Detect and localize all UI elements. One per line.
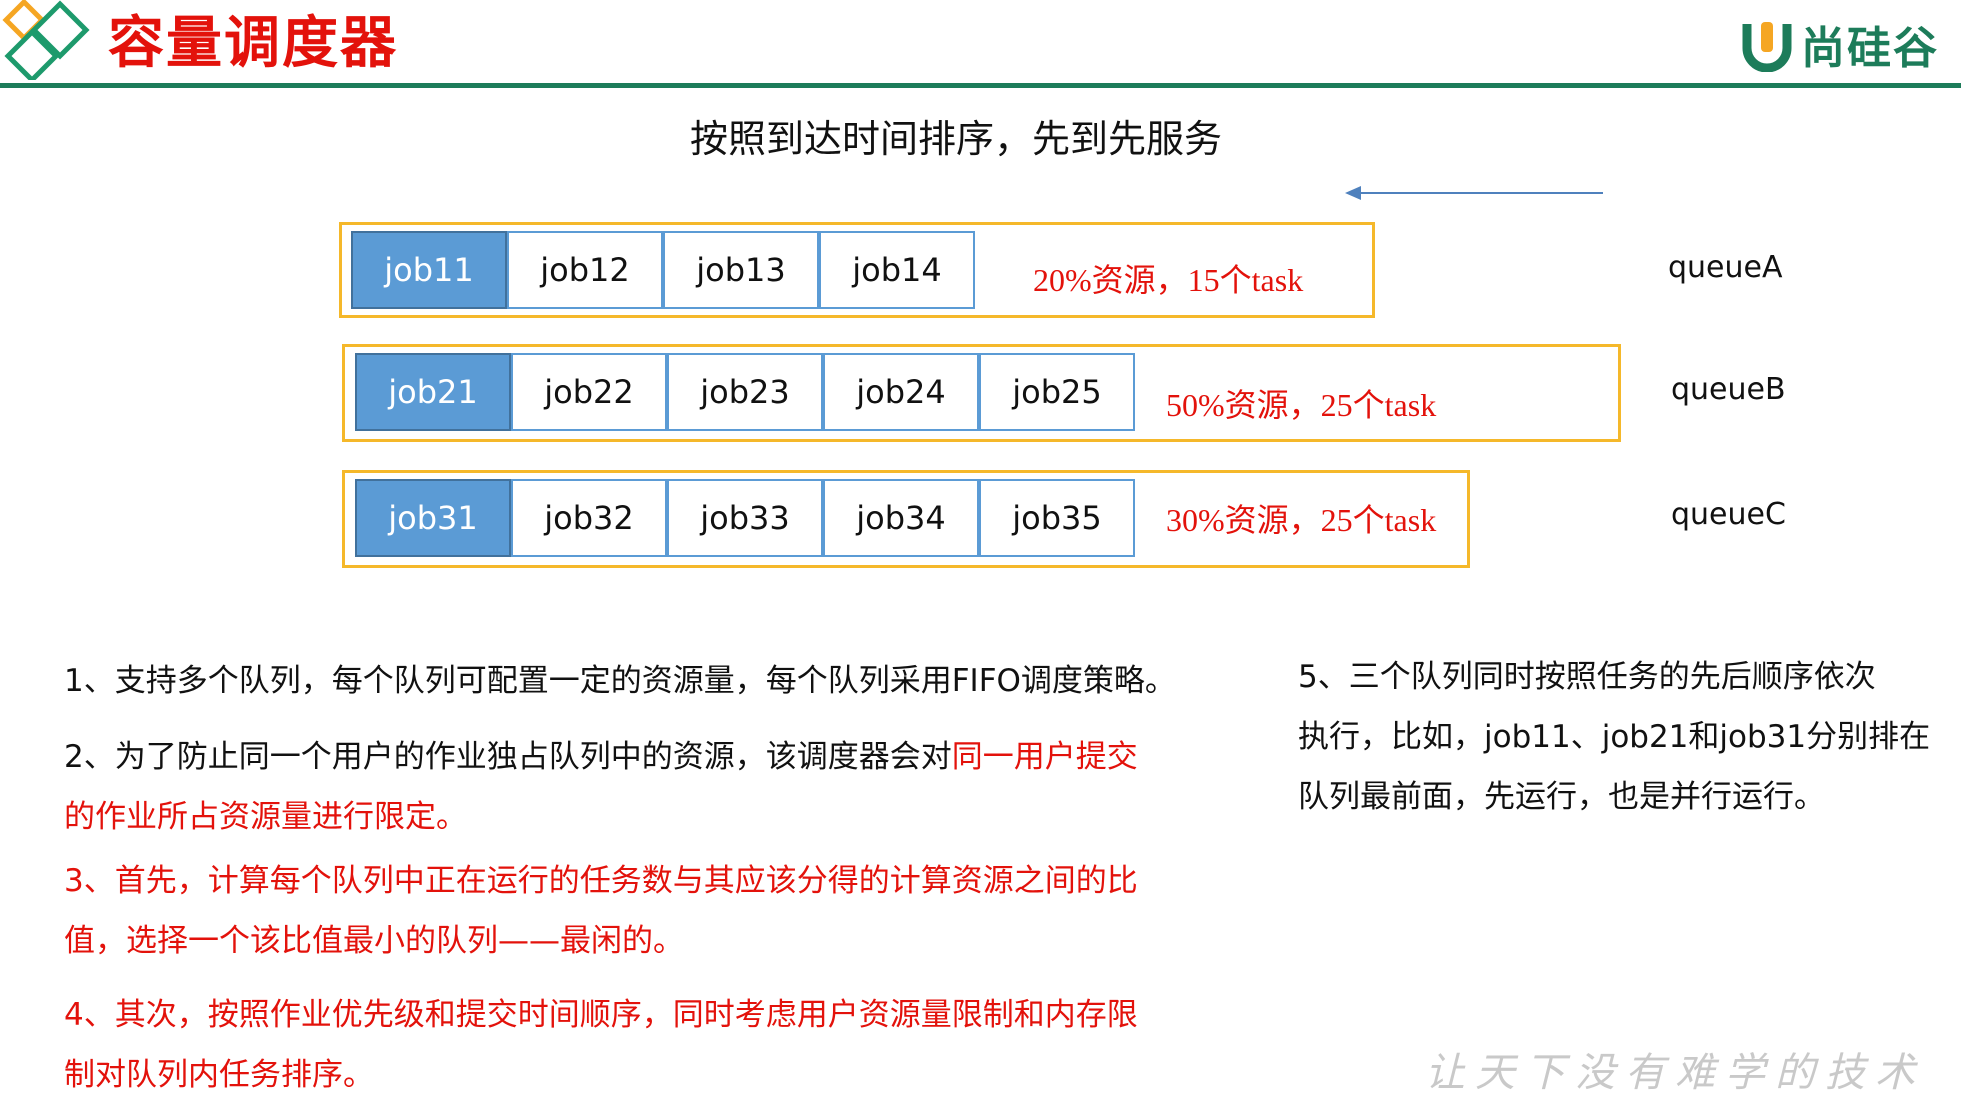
queue-b-resource: 50%资源，25个task — [1166, 387, 1437, 423]
job-cell: job23 — [667, 353, 823, 431]
diagram-subtitle: 按照到达时间排序，先到先服务 — [690, 117, 1223, 161]
job-cell: job34 — [823, 479, 979, 557]
queue-b-jobs: job21 job22 job23 job24 job25 — [355, 353, 1135, 431]
job-cell: job22 — [511, 353, 667, 431]
page-title: 容量调度器 — [108, 11, 398, 76]
job-cell: job35 — [979, 479, 1135, 557]
brand-logo: 尚硅谷 — [1741, 14, 1939, 74]
left-arrow-icon — [1345, 186, 1603, 200]
job-cell: job14 — [819, 231, 975, 309]
job-cell: job21 — [355, 353, 511, 431]
point-1: 1、支持多个队列，每个队列可配置一定的资源量，每个队列采用FIFO调度策略。 — [64, 663, 1176, 699]
queue-c-jobs: job31 job32 job33 job34 job35 — [355, 479, 1135, 557]
diamond-logo-icon — [2, 0, 90, 80]
job-cell: job13 — [663, 231, 819, 309]
job-cell: job25 — [979, 353, 1135, 431]
queue-c-resource: 30%资源，25个task — [1166, 502, 1437, 538]
point-2: 2、为了防止同一个用户的作业独占队列中的资源，该调度器会对同一用户提交 的作业所… — [64, 739, 1138, 835]
brand-name: 尚硅谷 — [1801, 23, 1939, 74]
job-cell: job24 — [823, 353, 979, 431]
job-cell: job32 — [511, 479, 667, 557]
queue-b-name: queueB — [1671, 372, 1786, 407]
point-4: 4、其次，按照作业优先级和提交时间顺序，同时考虑用户资源量限制和内存限 制对队列… — [64, 997, 1138, 1093]
job-cell: job11 — [351, 231, 507, 309]
job-cell: job31 — [355, 479, 511, 557]
queue-c-name: queueC — [1671, 497, 1786, 532]
queue-a-resource: 20%资源，15个task — [1033, 262, 1304, 298]
queue-a-name: queueA — [1668, 250, 1783, 285]
point-5: 5、三个队列同时按照任务的先后顺序依次 执行，比如，job11、job21和jo… — [1298, 659, 1931, 815]
job-cell: job12 — [507, 231, 663, 309]
point-3: 3、首先，计算每个队列中正在运行的任务数与其应该分得的计算资源之间的比 值，选择… — [64, 863, 1138, 959]
job-cell: job33 — [667, 479, 823, 557]
header-divider — [0, 83, 1961, 88]
brand-u-icon — [1742, 22, 1792, 72]
queue-a-jobs: job11 job12 job13 job14 — [351, 231, 975, 309]
slogan-watermark: 让天下没有难学的技术 — [1425, 1050, 1925, 1096]
